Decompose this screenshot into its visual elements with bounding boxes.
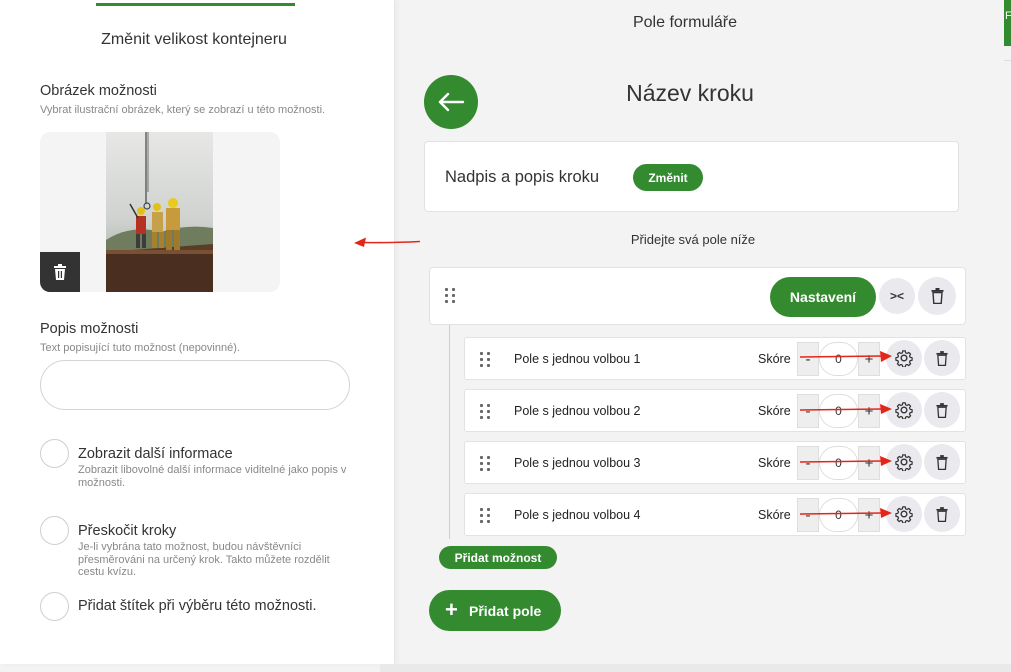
arrow-left-icon [438,92,465,112]
score-input[interactable] [819,342,858,376]
active-indicator-bar [96,3,295,6]
delete-field-button[interactable] [924,496,960,532]
score-increment-button[interactable]: + [858,498,880,532]
score-label: Skóre [758,352,791,366]
divider [1004,60,1011,61]
skip-steps-radio[interactable] [40,516,69,545]
trash-icon [931,288,943,304]
form-fields-title: Pole formuláře [632,14,738,31]
list-item: Pole s jednou volbou 3 Skóre - + [464,441,966,484]
add-fields-hint: Přidejte svá pole níže [630,232,756,247]
score-decrement-button[interactable]: - [797,446,819,480]
tree-connector-line [449,325,450,539]
show-more-info-subtext: Zobrazit libovolné další informace vidit… [78,464,347,489]
score-label: Skóre [758,456,791,470]
field-label: Pole s jednou volbou 3 [514,456,641,470]
field-settings-button[interactable] [886,444,922,480]
drag-handle-icon[interactable] [480,404,491,419]
settings-button[interactable]: Nastavení [770,277,876,317]
field-group-card: Nastavení >< [429,267,966,325]
drag-handle-icon[interactable] [480,456,491,471]
delete-field-group-button[interactable] [918,277,956,315]
option-settings-panel: Změnit velikost kontejneru Obrázek možno… [0,0,395,664]
plus-icon: + [445,597,458,622]
image-section-subtitle: Vybrat ilustrační obrázek, který se zobr… [40,104,326,116]
score-increment-button[interactable]: + [858,342,880,376]
field-label: Pole s jednou volbou 2 [514,404,641,418]
option-image-thumbnail [106,132,213,292]
list-item: Pole s jednou volbou 2 Skóre - + [464,389,966,432]
trash-icon [54,264,66,280]
drag-handle-icon[interactable] [445,288,456,303]
description-section-subtitle: Text popisující tuto možnost (nepovinné)… [40,342,240,354]
score-decrement-button[interactable]: - [797,342,819,376]
field-label: Pole s jednou volbou 1 [514,352,641,366]
option-image-dropzone[interactable] [40,132,280,292]
edge-tab-letter: F [1005,10,1011,22]
gear-icon [895,350,913,367]
score-input[interactable] [819,498,858,532]
step-card-label: Nadpis a popis kroku [445,168,600,186]
option-description-input[interactable] [40,360,350,410]
list-item: Pole s jednou volbou 4 Skóre - + [464,493,966,536]
score-decrement-button[interactable]: - [797,498,819,532]
trash-icon [936,402,948,418]
skip-steps-label: Přeskočit kroky [78,523,177,539]
field-settings-button[interactable] [886,496,922,532]
step-title: Název kroku [626,80,754,106]
show-more-info-label: Zobrazit další informace [78,446,233,462]
add-tag-label: Přidat štítek při výběru této možnosti. [78,598,317,614]
list-item: Pole s jednou volbou 1 Skóre - + [464,337,966,380]
edge-tab[interactable] [1004,0,1011,46]
drag-handle-icon[interactable] [480,508,491,523]
score-label: Skóre [758,508,791,522]
trash-icon [936,506,948,522]
add-field-button[interactable]: + Přidat pole [429,590,561,631]
field-settings-button[interactable] [886,392,922,428]
gear-icon [895,454,913,471]
delete-field-button[interactable] [924,444,960,480]
score-input[interactable] [819,394,858,428]
add-tag-radio[interactable] [40,592,69,621]
score-decrement-button[interactable]: - [797,394,819,428]
score-input[interactable] [819,446,858,480]
step-heading-card: Nadpis a popis kroku Změnit [424,141,959,212]
gear-icon [895,506,913,523]
field-settings-button[interactable] [886,340,922,376]
collapse-button[interactable]: >< [879,278,915,314]
trash-icon [936,454,948,470]
description-section-title: Popis možnosti [40,321,139,337]
trash-icon [936,350,948,366]
delete-field-button[interactable] [924,340,960,376]
delete-field-button[interactable] [924,392,960,428]
score-label: Skóre [758,404,791,418]
field-label: Pole s jednou volbou 4 [514,508,641,522]
skip-steps-subtext: Je-li vybrána tato možnost, budou návště… [78,541,330,578]
delete-image-button[interactable] [40,252,80,292]
gear-icon [895,402,913,419]
panel-title: Změnit velikost kontejneru [101,31,287,48]
drag-handle-icon[interactable] [480,352,491,367]
add-option-button[interactable]: Přidat možnost [439,546,557,569]
back-button[interactable] [424,75,478,129]
score-increment-button[interactable]: + [858,446,880,480]
image-section-title: Obrázek možnosti [40,83,157,99]
change-button[interactable]: Změnit [633,164,703,191]
show-more-info-radio[interactable] [40,439,69,468]
bottom-scroll-strip [380,664,1011,672]
add-field-label: Přidat pole [469,602,542,619]
score-increment-button[interactable]: + [858,394,880,428]
